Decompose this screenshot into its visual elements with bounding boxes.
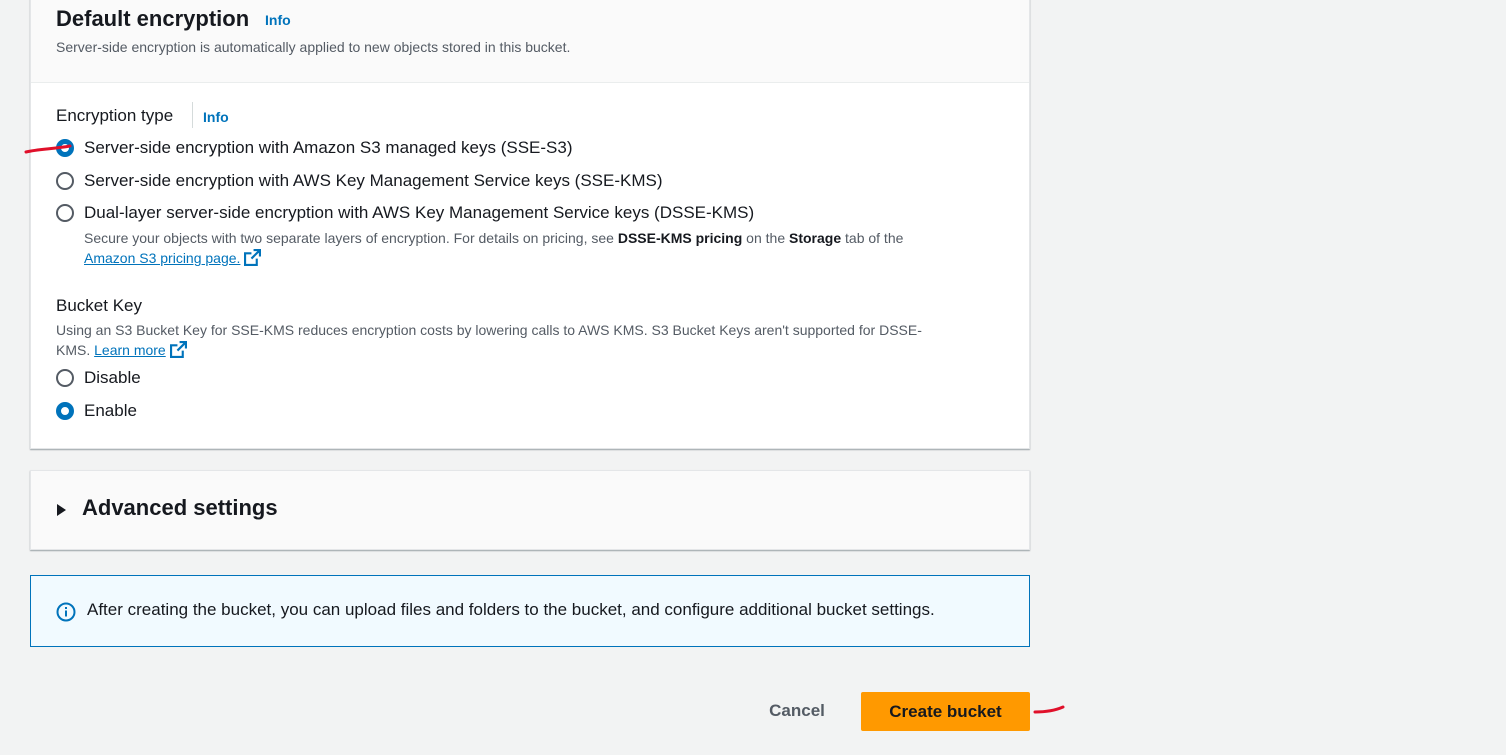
cancel-button[interactable]: Cancel <box>750 692 844 730</box>
radio-label-sse-s3: Server-side encryption with Amazon S3 ma… <box>84 138 573 157</box>
radio-label-sse-kms: Server-side encryption with AWS Key Mana… <box>84 171 663 190</box>
dsse-pricing-term: DSSE-KMS pricing <box>617 230 743 246</box>
panel-title: Default encryption <box>56 6 250 31</box>
advanced-settings-section[interactable]: Advanced settings <box>30 470 1030 550</box>
external-link-icon[interactable] <box>169 341 187 358</box>
label-divider <box>192 102 193 128</box>
info-alert: After creating the bucket, you can uploa… <box>30 575 1030 647</box>
panel-header: Default encryption Info Server-side encr… <box>31 0 1029 83</box>
radio-button-checked[interactable] <box>56 402 74 420</box>
radio-button[interactable] <box>56 172 74 190</box>
radio-sse-s3[interactable]: Server-side encryption with Amazon S3 ma… <box>56 136 573 160</box>
bucket-key-description: Using an S3 Bucket Key for SSE-KMS reduc… <box>56 320 1016 360</box>
storage-term: Storage <box>789 230 842 246</box>
radio-sse-kms[interactable]: Server-side encryption with AWS Key Mana… <box>56 169 663 193</box>
s3-pricing-link[interactable]: Amazon S3 pricing page. <box>84 250 240 266</box>
bucket-key-desc-line2: KMS. <box>56 342 91 358</box>
encryption-type-label: Encryption type <box>56 106 174 125</box>
annotation-mark <box>1033 705 1065 714</box>
alert-text: After creating the bucket, you can uploa… <box>87 600 935 619</box>
radio-label-enable: Enable <box>84 401 137 420</box>
radio-dsse-kms[interactable]: Dual-layer server-side encryption with A… <box>56 201 754 225</box>
radio-label-dsse-kms: Dual-layer server-side encryption with A… <box>84 203 755 222</box>
bucket-key-label: Bucket Key <box>56 296 142 315</box>
info-circle-icon <box>56 602 76 622</box>
radio-button[interactable] <box>56 204 74 222</box>
page: Default encryption Info Server-side encr… <box>0 0 1506 755</box>
panel-description: Server-side encryption is automatically … <box>56 39 571 55</box>
dsse-desc-prefix: Secure your objects with two separate la… <box>84 230 618 246</box>
create-bucket-button[interactable]: Create bucket <box>861 692 1030 731</box>
dsse-description: Secure your objects with two separate la… <box>84 228 1004 268</box>
radio-label-disable: Disable <box>84 368 141 387</box>
encryption-type-info-link[interactable]: Info <box>203 109 229 125</box>
radio-bucket-key-enable[interactable]: Enable <box>56 399 137 423</box>
radio-bucket-key-disable[interactable]: Disable <box>56 366 141 390</box>
title-info-link[interactable]: Info <box>265 12 291 28</box>
annotation-mark <box>24 144 72 154</box>
radio-button[interactable] <box>56 369 74 387</box>
dsse-desc-mid: on the <box>742 230 789 246</box>
external-link-icon[interactable] <box>244 249 262 266</box>
caret-right-icon[interactable] <box>57 504 66 516</box>
bucket-key-desc-line1: Using an S3 Bucket Key for SSE-KMS reduc… <box>56 322 922 338</box>
default-encryption-panel: Default encryption Info Server-side encr… <box>30 0 1030 449</box>
learn-more-link[interactable]: Learn more <box>94 342 166 358</box>
advanced-settings-title[interactable]: Advanced settings <box>82 495 278 521</box>
dsse-desc-suffix: tab of the <box>841 230 904 246</box>
